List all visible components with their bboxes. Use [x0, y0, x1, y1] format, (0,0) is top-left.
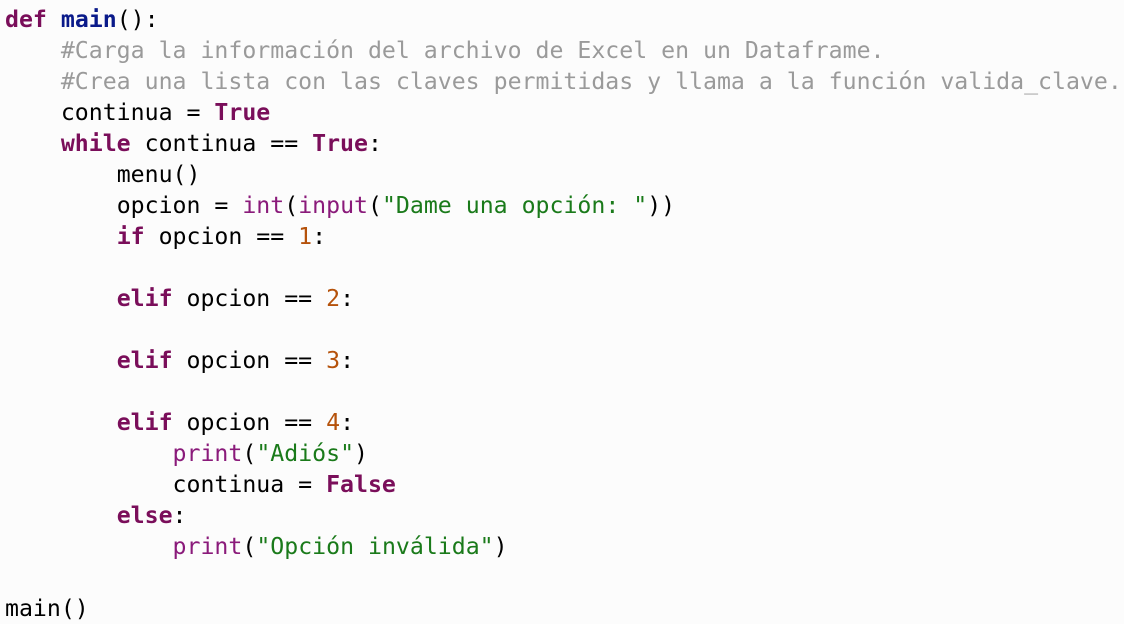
keyword-token: if: [116, 223, 145, 250]
code-text-token: opcion =: [116, 192, 243, 219]
code-text-token: (: [242, 440, 257, 467]
code-line[interactable]: menu(): [5, 159, 1121, 190]
code-line[interactable]: if opcion == 1:: [5, 221, 1121, 252]
code-text-token: )): [647, 192, 676, 219]
keyword-token: def: [5, 6, 47, 33]
code-text-token: (: [368, 192, 382, 219]
code-line[interactable]: #Carga la información del archivo de Exc…: [5, 35, 1121, 66]
code-text-token: :: [172, 502, 187, 529]
string-token: "Adiós": [256, 440, 355, 467]
string-token: "Dame una opción: ": [381, 192, 648, 219]
code-line[interactable]: print("Adiós"): [5, 438, 1121, 469]
keyword-token: elif: [116, 347, 173, 374]
code-text-token: menu(): [116, 161, 201, 188]
code-text-token: :: [312, 223, 327, 250]
code-line[interactable]: elif opcion == 2:: [5, 283, 1121, 314]
builtin-token: input: [298, 192, 368, 219]
code-line[interactable]: elif opcion == 3:: [5, 345, 1121, 376]
code-line[interactable]: def main():: [5, 4, 1121, 35]
number-token: 3: [326, 347, 341, 374]
keyword-token: while: [60, 130, 131, 157]
code-text-token: continua =: [60, 99, 215, 126]
code-text-token: main(): [5, 595, 89, 622]
number-token: 4: [326, 409, 341, 436]
code-text-token: ): [493, 533, 508, 560]
code-line[interactable]: [5, 252, 1121, 283]
number-token: 1: [298, 223, 313, 250]
comment-token: #Crea una lista con las claves permitida…: [60, 68, 1122, 95]
code-text-token: :: [340, 285, 355, 312]
code-text-token: ): [354, 440, 369, 467]
keyword-token: True: [312, 130, 368, 157]
keyword-token: False: [326, 471, 396, 498]
code-line[interactable]: [5, 314, 1121, 345]
code-line[interactable]: continua = True: [5, 97, 1121, 128]
string-token: "Opción inválida": [256, 533, 494, 560]
code-line[interactable]: continua = False: [5, 469, 1121, 500]
builtin-token: print: [172, 440, 243, 467]
code-text-token: opcion ==: [172, 285, 327, 312]
keyword-token: elif: [116, 409, 173, 436]
code-text-token: opcion ==: [172, 347, 327, 374]
code-line[interactable]: #Crea una lista con las claves permitida…: [5, 66, 1122, 97]
code-line[interactable]: [5, 562, 1121, 593]
code-line[interactable]: while continua == True:: [5, 128, 1121, 159]
code-text-token: (: [242, 533, 257, 560]
keyword-token: True: [214, 99, 271, 126]
number-token: 2: [326, 285, 341, 312]
code-line[interactable]: opcion = int(input("Dame una opción: ")): [5, 190, 1121, 221]
code-line[interactable]: [5, 376, 1121, 407]
comment-token: #Carga la información del archivo de Exc…: [60, 37, 885, 64]
keyword-token: else: [116, 502, 173, 529]
code-text-token: continua ==: [130, 130, 313, 157]
code-editor[interactable]: def main(): #Carga la información del ar…: [5, 4, 1122, 624]
code-text-token: :: [340, 409, 355, 436]
code-line[interactable]: main(): [5, 593, 1121, 624]
builtin-token: int: [242, 192, 285, 219]
code-text-token: opcion ==: [144, 223, 299, 250]
code-text-token: ():: [116, 6, 159, 33]
code-line[interactable]: print("Opción inválida"): [5, 531, 1121, 562]
builtin-token: print: [172, 533, 243, 560]
function-name-token: main: [60, 6, 117, 33]
code-text-token: :: [340, 347, 355, 374]
code-line[interactable]: else:: [5, 500, 1121, 531]
keyword-token: elif: [116, 285, 173, 312]
code-line[interactable]: elif opcion == 4:: [5, 407, 1121, 438]
code-text-token: (: [284, 192, 299, 219]
code-text-token: opcion ==: [172, 409, 327, 436]
code-text-token: continua =: [172, 471, 327, 498]
code-text-token: :: [367, 130, 382, 157]
